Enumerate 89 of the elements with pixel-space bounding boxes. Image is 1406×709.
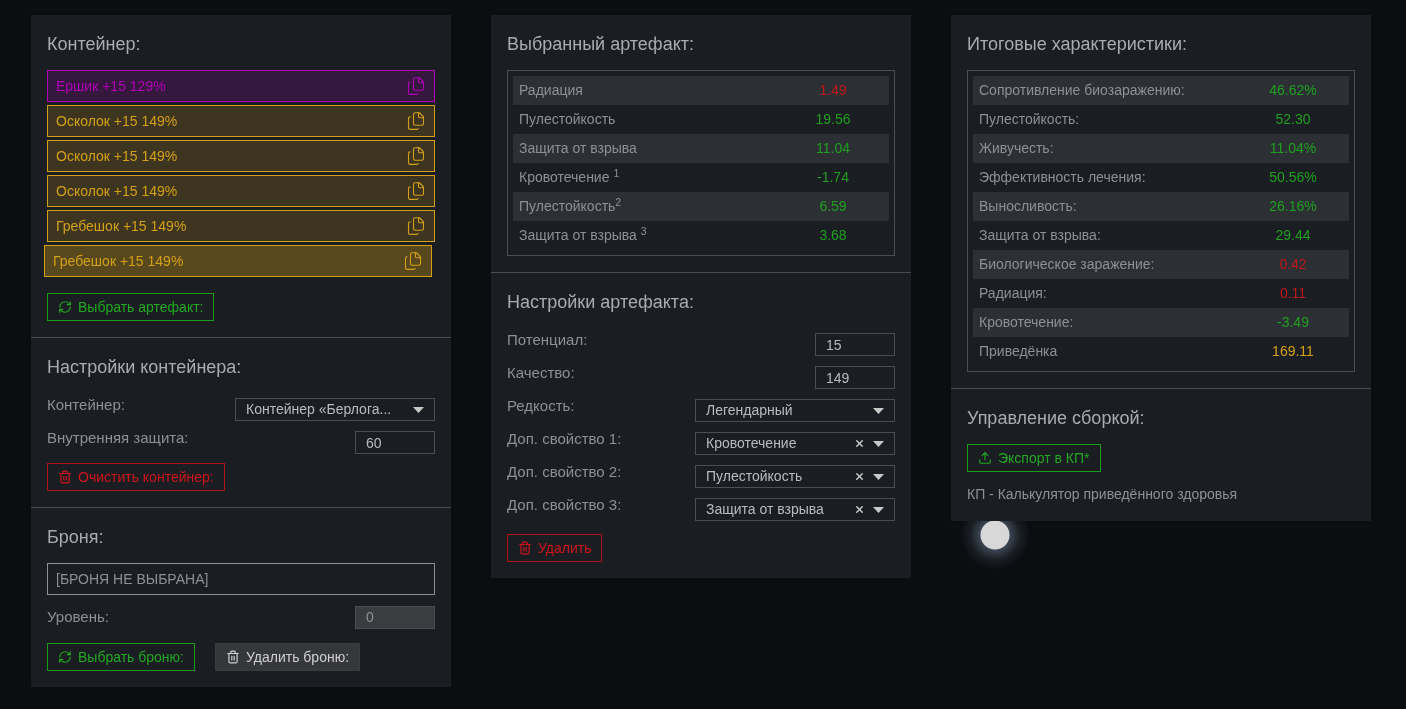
section-title: Выбранный артефакт:	[507, 33, 695, 56]
footnote-text: КП - Калькулятор приведённого здоровья	[967, 485, 1239, 504]
refresh-icon	[58, 300, 72, 314]
section-title: Настройки контейнера:	[47, 356, 243, 379]
section-title: Настройки артефакта:	[507, 291, 695, 314]
dropdown[interactable]: Кровотечение	[695, 432, 895, 455]
caret-icon	[873, 407, 884, 414]
copy-icon[interactable]	[403, 251, 423, 271]
stat-value: 0.42	[1278, 255, 1308, 274]
caret-icon	[873, 506, 884, 513]
field-label: Доп. свойство 3:	[507, 495, 622, 516]
dropdown[interactable]: Пулестойкость	[695, 465, 895, 488]
armor-field[interactable]: [БРОНЯ НЕ ВЫБРАНА]	[47, 563, 435, 595]
stat-name: Живучесть:	[979, 139, 1055, 158]
field-label: Внутренняя защита:	[47, 428, 189, 449]
stat-name: Биологическое заражение:	[979, 255, 1156, 274]
stat-value: -1.74	[816, 168, 850, 187]
field-label: Качество:	[507, 363, 575, 384]
upload-icon	[978, 451, 992, 465]
field-label: Доп. свойство 2:	[507, 462, 622, 483]
stat-value: 26.16%	[1268, 197, 1318, 216]
field-label: Контейнер:	[47, 395, 125, 416]
stat-value: 29.44	[1274, 226, 1312, 245]
stat-name: Радиация:	[979, 284, 1048, 303]
stat-value: 6.59	[818, 197, 848, 216]
export-button[interactable]: Экспорт в КП*	[967, 444, 1101, 472]
stat-name: Эффективность лечения:	[979, 168, 1147, 187]
dropdown[interactable]: Контейнер «Берлога...	[235, 398, 435, 421]
copy-icon[interactable]	[406, 181, 426, 201]
section-title: Броня:	[47, 526, 105, 549]
caret-icon	[413, 406, 424, 413]
stat-name: Выносливость:	[979, 197, 1078, 216]
field-label: Потенциал:	[507, 330, 588, 351]
clear-icon[interactable]	[854, 438, 865, 449]
stat-value: 50.56%	[1268, 168, 1318, 187]
copy-icon[interactable]	[406, 76, 426, 96]
stat-value: 52.30	[1274, 110, 1312, 129]
trash-icon	[226, 650, 240, 664]
number-field[interactable]: 60	[355, 431, 435, 454]
section-title: Контейнер:	[47, 33, 142, 56]
artifact-item[interactable]: Осколок +15 149%	[47, 140, 435, 172]
delete-button[interactable]: Удалить	[507, 534, 603, 562]
stat-value: 11.04%	[1268, 139, 1318, 158]
trash-icon	[58, 470, 72, 484]
stat-name: Приведёнка	[979, 342, 1059, 361]
field-label: Уровень:	[47, 606, 109, 627]
stat-name: Пулестойкость$^{2}$	[519, 196, 623, 216]
section-title: Управление сборкой:	[967, 407, 1146, 430]
caret-icon	[873, 473, 884, 480]
dropdown[interactable]: Защита от взрыва	[695, 498, 895, 521]
stat-value: -3.49	[1276, 313, 1310, 332]
field-label: Доп. свойство 1:	[507, 429, 622, 450]
stat-name: Сопротивление биозаражению:	[979, 81, 1186, 100]
artifact-item[interactable]: Осколок +15 149%	[47, 105, 435, 137]
clear-icon[interactable]	[854, 504, 865, 515]
number-field[interactable]: 149	[815, 366, 895, 389]
copy-icon[interactable]	[406, 146, 426, 166]
stat-name: Защита от взрыва	[519, 139, 638, 158]
stat-value: 169.11	[1271, 342, 1315, 361]
clear-container-button[interactable]: Очистить контейнер:	[47, 463, 225, 491]
stat-value: 3.68	[818, 226, 848, 245]
artifact-item[interactable]: Гребешок +15 149%	[44, 245, 432, 277]
stat-value: 0.11	[1278, 284, 1308, 303]
copy-icon[interactable]	[406, 111, 426, 131]
stat-value: 46.62%	[1268, 81, 1318, 100]
dropdown[interactable]: Легендарный	[695, 399, 895, 422]
pick-artifact-button[interactable]: Выбрать артефакт:	[47, 293, 215, 321]
stat-name: Кровотечение $^{1}$	[519, 167, 621, 187]
stat-name: Защита от взрыва $^{3}$	[519, 225, 648, 245]
stat-value: 11.04	[815, 139, 851, 158]
copy-icon[interactable]	[406, 216, 426, 236]
stat-name: Пулестойкость:	[979, 110, 1081, 129]
stat-name: Защита от взрыва:	[979, 226, 1102, 245]
section-title: Итоговые характеристики:	[967, 33, 1188, 56]
pick-armor-button[interactable]: Выбрать броню:	[47, 643, 195, 671]
stat-name: Радиация	[519, 81, 584, 100]
artifact-item[interactable]: Осколок +15 149%	[47, 175, 435, 207]
stat-value: 19.56	[814, 110, 852, 129]
trash-icon	[518, 541, 532, 555]
caret-icon	[873, 440, 884, 447]
delete-armor-button[interactable]: Удалить броню:	[215, 643, 361, 671]
stat-value: 1.49	[818, 81, 848, 100]
stat-name: Кровотечение:	[979, 313, 1075, 332]
number-field[interactable]: 15	[815, 333, 895, 356]
refresh-icon	[58, 650, 72, 664]
artifact-item[interactable]: Гребешок +15 149%	[47, 210, 435, 242]
clear-icon[interactable]	[854, 471, 865, 482]
field-label: Редкость:	[507, 396, 575, 417]
stat-name: Пулестойкость	[519, 110, 617, 129]
